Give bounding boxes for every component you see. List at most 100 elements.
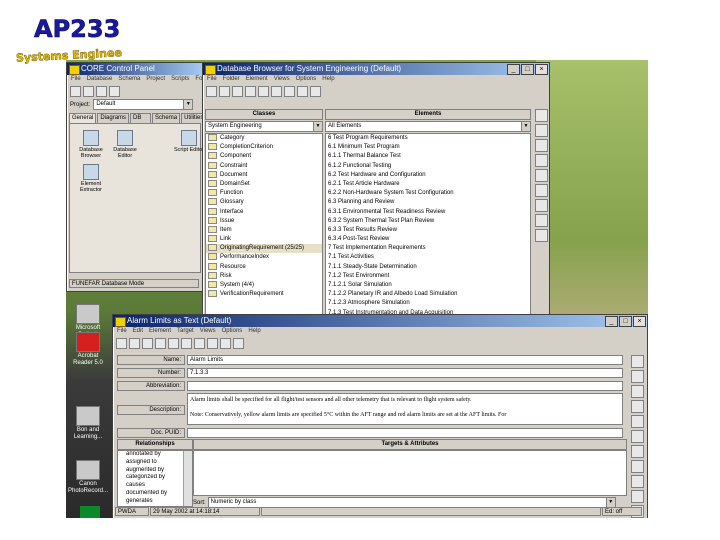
dropdown-icon[interactable] [109,85,120,97]
class-list-item[interactable]: CompletionCriterion [206,143,322,152]
element-list-item[interactable]: 7.1.2.2 Planetary IR and Albedo Load Sim… [326,290,530,299]
print-icon[interactable] [194,337,205,349]
open-icon[interactable] [83,85,94,97]
font-icon[interactable] [631,460,644,473]
element-list-item[interactable]: 6.2.1 Test Article Hardware [326,180,530,189]
menu-target[interactable]: Target [177,327,194,336]
chevron-down-icon[interactable]: ▼ [605,498,615,507]
menu-help[interactable]: Help [248,327,260,336]
menu-folder[interactable]: Folder [223,75,240,84]
text-icon[interactable] [535,184,548,197]
element-list-item[interactable]: 6.1.2 Functional Testing [326,162,530,171]
doc-puid-field[interactable] [187,428,623,438]
tab-db-mgmt[interactable]: DB Mgmt [130,113,152,130]
cut-icon[interactable] [155,337,166,349]
element-list-item[interactable]: 6.2 Test Hardware and Configuration [326,171,530,180]
save-icon[interactable] [96,85,107,97]
relationship-item[interactable]: categorized by [124,474,182,482]
new-icon[interactable] [70,85,81,97]
menu-options[interactable]: Options [222,327,243,336]
relationship-item[interactable]: documented by [124,490,182,498]
copy-icon[interactable] [168,337,179,349]
report-icon[interactable] [631,445,644,458]
open-icon[interactable] [129,337,140,349]
print-icon[interactable] [631,490,644,503]
menu-help[interactable]: Help [322,75,334,84]
menu-edit[interactable]: Edit [133,327,143,336]
text-icon[interactable] [631,430,644,443]
open-element-icon[interactable] [631,355,644,368]
menu-project[interactable]: Project [146,75,165,84]
element-list-item[interactable]: 7 Test Implementation Requirements [326,244,530,253]
hierarchy-icon[interactable] [535,139,548,152]
paste-icon[interactable] [181,337,192,349]
desktop-icon-canon[interactable]: Canon PhotoRecord... [68,460,108,495]
class-list-item[interactable]: Risk [206,271,322,281]
maximize-button[interactable]: □ [521,64,534,75]
menu-views[interactable]: Views [200,327,216,336]
table-icon[interactable] [535,169,548,182]
dropdown-icon[interactable] [233,337,244,349]
element-list-item[interactable]: 7.1.2.1 Solar Simulation [326,281,530,290]
copy-icon[interactable] [258,85,269,97]
report-icon[interactable] [535,199,548,212]
sort-icon[interactable] [631,475,644,488]
print-icon[interactable] [284,85,295,97]
element-list-item[interactable]: 6.3.1 Environmental Test Readiness Revie… [326,208,530,217]
chevron-down-icon[interactable]: ▼ [183,100,193,109]
element-list-item[interactable]: 6.2.2 Non-Hardware System Test Configura… [326,189,530,198]
menu-scripts[interactable]: Scripts [171,75,189,84]
desktop-icon-acrobat[interactable]: Acrobat Reader 5.0 [68,332,108,367]
database-editor-button[interactable]: Database Editor [110,130,140,159]
element-extractor-button[interactable]: Element Extractor [76,164,106,193]
element-list-item[interactable]: 6.3 Planning and Review [326,198,530,207]
class-list-item[interactable]: Link [206,235,322,244]
class-list-item[interactable]: Constraint [206,161,322,171]
paste-icon[interactable] [271,85,282,97]
maximize-button[interactable]: □ [619,316,632,327]
open-icon[interactable] [219,85,230,97]
menu-database[interactable]: Database [87,75,113,84]
class-list-item[interactable]: Resource [206,262,322,272]
schema-select[interactable]: System Engineering ▼ [205,121,323,132]
diagram-icon[interactable] [535,154,548,167]
menu-file[interactable]: File [207,75,217,84]
class-list-item[interactable]: Document [206,170,322,180]
elements-filter-select[interactable]: All Elements ▼ [325,121,531,132]
menu-file[interactable]: File [71,75,81,84]
tab-diagrams[interactable]: Diagrams [97,113,130,123]
minimize-button[interactable]: _ [507,64,520,75]
open-element-icon[interactable] [535,109,548,122]
new-element-icon[interactable] [535,124,548,137]
class-list-item[interactable]: Component [206,152,322,161]
menu-views[interactable]: Views [274,75,290,84]
class-list-item[interactable]: DomainSet [206,179,322,189]
delete-icon[interactable] [297,85,308,97]
class-list-item[interactable]: OriginatingRequirement (25/25) [206,244,322,254]
number-field[interactable]: 7.1.3.3 [187,368,623,378]
hierarchy-icon[interactable] [631,385,644,398]
name-field[interactable]: Alarm Limits [187,355,623,365]
new-element-icon[interactable] [631,370,644,383]
element-list-item[interactable]: 6.1 Minimum Test Program [326,143,530,152]
element-list-item[interactable]: 6 Test Program Requirements [326,134,530,143]
save-icon[interactable] [232,85,243,97]
relationship-item[interactable]: augmented by [124,467,182,475]
abbreviation-field[interactable] [187,381,623,391]
element-list-item[interactable]: 6.1.1 Thermal Balance Test [326,152,530,161]
delete-icon[interactable] [207,337,218,349]
sort-icon[interactable] [535,229,548,242]
font-icon[interactable] [535,214,548,227]
relationship-item[interactable]: assigned to [124,459,182,467]
relationship-item[interactable]: generates [124,498,182,506]
class-list-item[interactable]: VerificationRequirement [206,290,322,299]
close-button[interactable]: × [633,316,646,327]
desktop-icon-learning[interactable]: Bon and Learning... [68,406,108,441]
database-browser-button[interactable]: Database Browser [76,130,106,159]
relationship-item[interactable]: causes [124,482,182,490]
cut-icon[interactable] [245,85,256,97]
class-list-item[interactable]: Function [206,189,322,198]
dropdown-icon[interactable] [310,85,321,97]
table-icon[interactable] [631,415,644,428]
menu-element[interactable]: Element [246,75,268,84]
